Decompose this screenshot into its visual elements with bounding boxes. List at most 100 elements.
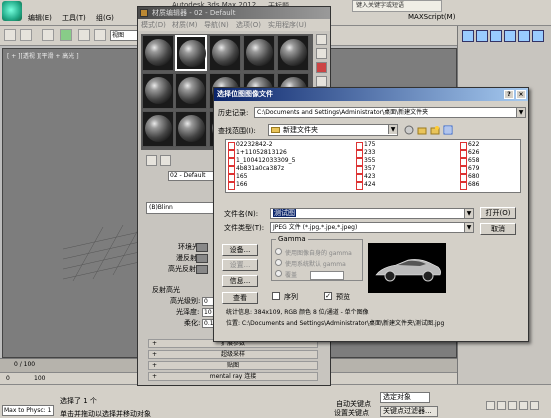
- ambient-swatch[interactable]: [196, 243, 208, 252]
- menu-maxscript[interactable]: MAXScript(M): [408, 13, 455, 21]
- motion-tab-icon[interactable]: [504, 30, 516, 42]
- info-button[interactable]: 信息...: [222, 275, 258, 287]
- diffuse-swatch[interactable]: [196, 254, 208, 263]
- menu-utilities[interactable]: 实用程序(U): [268, 19, 307, 31]
- list-item[interactable]: 4b831a0ca387z: [228, 165, 284, 174]
- sequence-checkbox[interactable]: [272, 292, 280, 300]
- shader-select[interactable]: (B)Blinn: [146, 202, 222, 214]
- list-item[interactable]: 424: [356, 181, 375, 190]
- select-region-icon[interactable]: [78, 29, 90, 41]
- goto-end-icon[interactable]: [530, 401, 539, 410]
- prompt-status: 单击并拖动以选择并移动对象: [60, 410, 151, 418]
- backlight-icon[interactable]: [316, 48, 327, 59]
- menu-navigation[interactable]: 导航(N): [204, 19, 229, 31]
- chevron-down-icon[interactable]: ▼: [516, 108, 525, 117]
- material-editor-titlebar[interactable]: 材质编辑器 - 02 - Default: [138, 7, 330, 19]
- put-material-icon[interactable]: [160, 155, 171, 166]
- rollout-maps[interactable]: + 贴图: [148, 361, 318, 370]
- cancel-button[interactable]: 取消: [480, 223, 516, 235]
- list-item[interactable]: 165: [228, 173, 247, 182]
- sample-type-icon[interactable]: [316, 34, 327, 45]
- modify-tab-icon[interactable]: [476, 30, 488, 42]
- menu-group[interactable]: 组(G): [96, 13, 114, 23]
- new-folder-icon[interactable]: [430, 125, 440, 135]
- list-item[interactable]: 423: [356, 173, 375, 182]
- list-item[interactable]: 686: [460, 181, 479, 190]
- preview-checkbox[interactable]: ✓: [324, 292, 332, 300]
- chevron-down-icon[interactable]: ▼: [464, 223, 473, 232]
- uv-tiling-icon[interactable]: [316, 76, 327, 87]
- list-item[interactable]: 175: [356, 141, 375, 150]
- view-menu-icon[interactable]: [443, 125, 453, 135]
- app-logo-icon[interactable]: [2, 1, 22, 21]
- view-button[interactable]: 查看: [222, 292, 258, 304]
- list-item[interactable]: 355: [356, 157, 375, 166]
- next-frame-icon[interactable]: [519, 401, 528, 410]
- setkey-button[interactable]: 设置关键点: [334, 408, 369, 418]
- list-item[interactable]: 1_100412033309_5: [228, 157, 295, 166]
- open-button[interactable]: 打开(O): [480, 207, 516, 219]
- play-icon[interactable]: [508, 401, 517, 410]
- selected-object-select[interactable]: 选定对象: [380, 392, 430, 403]
- display-tab-icon[interactable]: [518, 30, 530, 42]
- select-icon[interactable]: [60, 29, 72, 41]
- lookin-dropdown[interactable]: 新建文件夹 ▼: [268, 124, 398, 136]
- list-item[interactable]: 357: [356, 165, 375, 174]
- dialog-titlebar[interactable]: 选择位图图像文件 ? ×: [214, 88, 528, 101]
- material-slot[interactable]: [142, 35, 174, 71]
- list-item[interactable]: 233: [356, 149, 375, 158]
- menu-mode[interactable]: 模式(D): [141, 19, 166, 31]
- get-material-icon[interactable]: [146, 155, 157, 166]
- utilities-tab-icon[interactable]: [532, 30, 544, 42]
- list-item[interactable]: 658: [460, 157, 479, 166]
- filetype-select[interactable]: JPEG 文件 (*.jpg,*.jpe,*.jpeg) ▼: [270, 222, 474, 233]
- help-icon[interactable]: ?: [504, 90, 514, 99]
- history-dropdown[interactable]: C:\Documents and Settings\Administrator\…: [254, 107, 526, 118]
- undo-icon[interactable]: [4, 29, 16, 41]
- chevron-down-icon[interactable]: ▼: [464, 209, 473, 218]
- menu-options[interactable]: 选项(O): [236, 19, 261, 31]
- hierarchy-tab-icon[interactable]: [490, 30, 502, 42]
- menu-material[interactable]: 材质(M): [172, 19, 198, 31]
- maxscript-listener-input[interactable]: Max to Physc: 1: [2, 405, 54, 416]
- material-slot[interactable]: [175, 111, 207, 147]
- viewport-label[interactable]: [ + ][透视 ][平滑 + 高光 ]: [7, 51, 79, 60]
- link-icon[interactable]: [42, 29, 54, 41]
- background-icon[interactable]: [316, 62, 327, 73]
- back-icon[interactable]: [404, 125, 414, 135]
- devices-button[interactable]: 设备...: [222, 244, 258, 256]
- rollout-mental-ray[interactable]: + mental ray 连接: [148, 372, 318, 381]
- move-icon[interactable]: [94, 29, 106, 41]
- list-item[interactable]: 02232842-2: [228, 141, 273, 150]
- list-item[interactable]: 622: [460, 141, 479, 150]
- material-slot[interactable]: [142, 73, 174, 109]
- list-item[interactable]: 1+11052813126: [228, 149, 287, 158]
- material-slot-active[interactable]: [175, 35, 207, 71]
- material-slot[interactable]: [142, 111, 174, 147]
- menu-tools[interactable]: 工具(T): [62, 13, 86, 23]
- material-slot[interactable]: [277, 35, 309, 71]
- soften-label: 柔化:: [184, 319, 201, 327]
- key-filters-button[interactable]: 关键点过滤器...: [380, 406, 438, 417]
- list-item[interactable]: 680: [460, 173, 479, 182]
- file-list[interactable]: 02232842-2 1+11052813126 1_100412033309_…: [225, 139, 521, 193]
- list-item[interactable]: 626: [460, 149, 479, 158]
- specular-swatch[interactable]: [196, 265, 208, 274]
- up-folder-icon[interactable]: [417, 125, 427, 135]
- redo-icon[interactable]: [20, 29, 32, 41]
- material-slot[interactable]: [209, 35, 241, 71]
- close-icon[interactable]: ×: [516, 90, 526, 99]
- list-item[interactable]: 679: [460, 165, 479, 174]
- menu-edit[interactable]: 编辑(E): [28, 13, 52, 23]
- material-slot[interactable]: [243, 35, 275, 71]
- create-tab-icon[interactable]: [462, 30, 474, 42]
- goto-start-icon[interactable]: [486, 401, 495, 410]
- chevron-down-icon[interactable]: ▼: [388, 125, 397, 134]
- prev-frame-icon[interactable]: [497, 401, 506, 410]
- list-item[interactable]: 166: [228, 181, 247, 190]
- rollout-supersampling[interactable]: + 超级采样: [148, 350, 318, 359]
- search-input[interactable]: 键入关键字或短语: [352, 0, 442, 12]
- filename-input[interactable]: 测试图 ▼: [270, 208, 474, 219]
- reference-coord-select[interactable]: 视图: [110, 30, 140, 41]
- material-slot[interactable]: [175, 73, 207, 109]
